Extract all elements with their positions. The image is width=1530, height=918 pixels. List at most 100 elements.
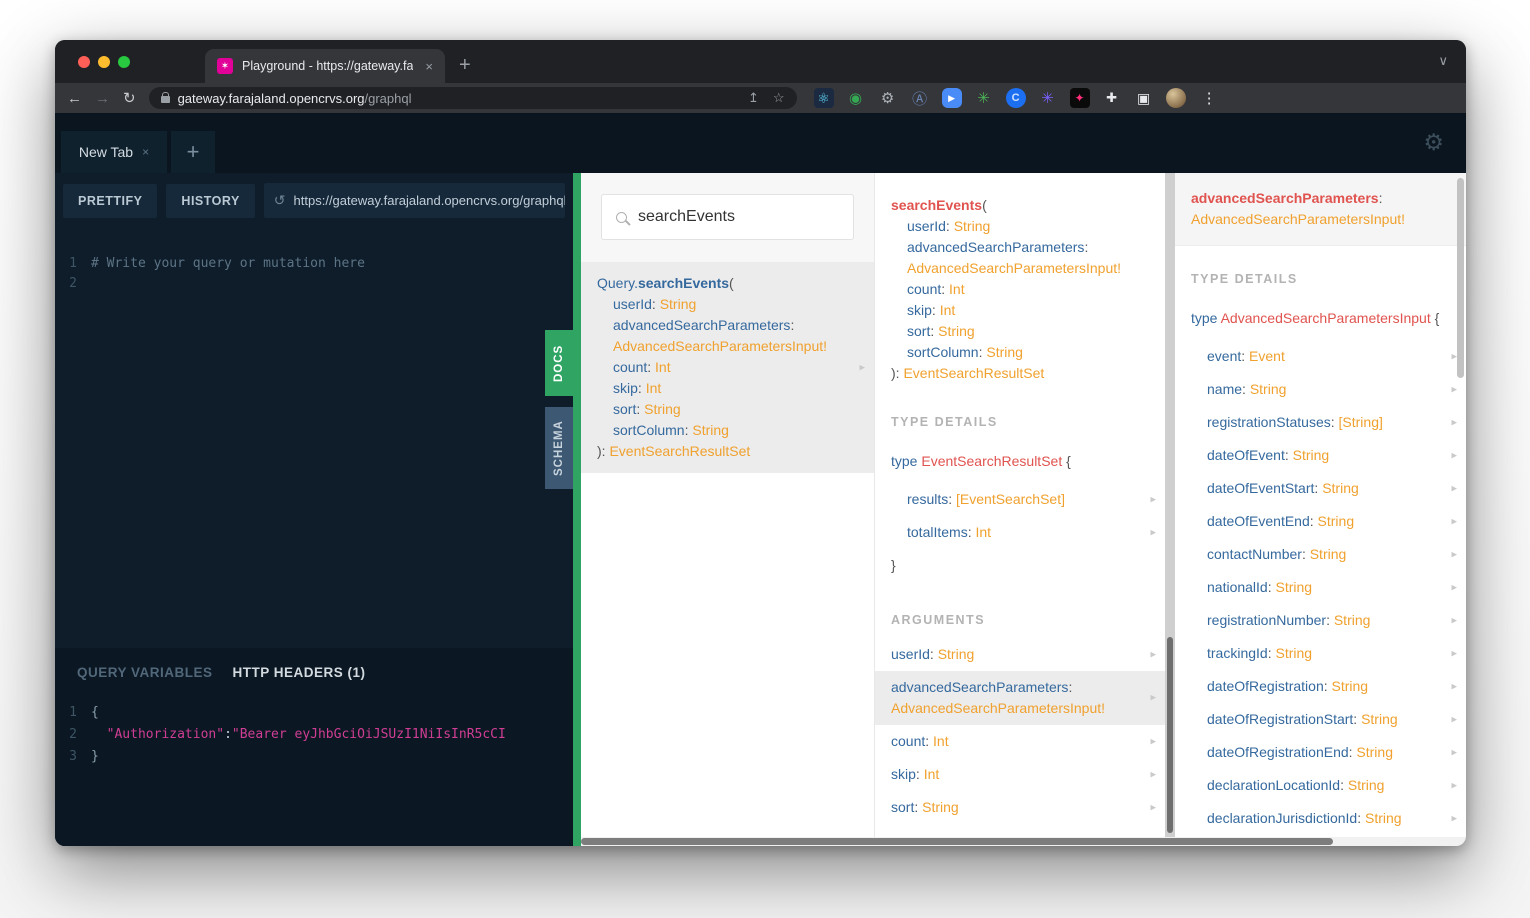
field-row-declarationjurisdictionid[interactable]: declarationJurisdictionId: String ▸ — [1175, 802, 1466, 835]
query-workspace: PRETTIFY HISTORY ↺ https://gateway.faraj… — [55, 173, 573, 846]
forward-button[interactable]: → — [95, 90, 110, 107]
close-window-button[interactable] — [78, 56, 90, 68]
signature-line: sort: String — [907, 323, 975, 339]
endpoint-url: https://gateway.farajaland.opencrvs.org/… — [293, 193, 565, 208]
http-headers-editor[interactable]: 1 { 2 "Authorization":"Bearer eyJhbGciOi… — [55, 702, 573, 768]
field-row-event[interactable]: event: Event ▸ — [1175, 340, 1466, 373]
docs-horizontal-scrollbar[interactable] — [581, 837, 1466, 846]
json-brace: } — [91, 749, 99, 764]
playground-body: PRETTIFY HISTORY ↺ https://gateway.faraj… — [55, 173, 1466, 846]
react-devtools-icon[interactable]: ⚛ — [813, 88, 834, 108]
playground-add-tab-button[interactable]: + — [171, 131, 215, 173]
video-call-extension-icon[interactable]: ▶ — [941, 88, 962, 108]
minimize-window-button[interactable] — [98, 56, 110, 68]
tab-close-icon[interactable]: × — [425, 59, 433, 74]
editor-comment: # Write your query or mutation here — [91, 256, 365, 271]
lighthouse-icon[interactable]: ◉ — [846, 88, 866, 108]
field-row-name[interactable]: name: String ▸ — [1175, 373, 1466, 406]
playground-settings-gear-icon[interactable]: ⚙ — [1423, 129, 1444, 156]
argument-row-advancedsearchparameters[interactable]: advancedSearchParameters: AdvancedSearch… — [875, 671, 1165, 725]
field-row-nationalid[interactable]: nationalId: String ▸ — [1175, 571, 1466, 604]
field-row-dateofregistration[interactable]: dateOfRegistration: String ▸ — [1175, 670, 1466, 703]
scrollbar-thumb[interactable] — [1167, 637, 1173, 833]
field-row-results[interactable]: results: [EventSearchSet] ▸ — [875, 483, 1165, 516]
query-editor[interactable]: 1 # Write your query or mutation here 2 — [55, 228, 573, 648]
playground-tab[interactable]: New Tab × — [61, 131, 167, 173]
docs-search-column: Query.searchEvents( userId: String advan… — [581, 173, 875, 846]
schema-side-tab[interactable]: SCHEMA — [545, 407, 573, 489]
docs-side-tab[interactable]: DOCS — [545, 330, 573, 396]
selected-argument-header: advancedSearchParameters: AdvancedSearch… — [1175, 173, 1466, 246]
expand-arrow-icon: ▸ — [1451, 515, 1457, 527]
share-icon[interactable]: ↥ — [748, 90, 759, 106]
header-type-line: AdvancedSearchParametersInput! — [1191, 211, 1406, 227]
argument-row-userid[interactable]: userId: String ▸ — [875, 638, 1165, 671]
field-row-trackingid[interactable]: trackingId: String ▸ — [1175, 637, 1466, 670]
browser-menu-icon[interactable]: ⋮ — [1202, 89, 1217, 107]
signature-line: sortColumn: String — [613, 422, 729, 438]
history-button[interactable]: HISTORY — [166, 183, 255, 218]
header-name-line: advancedSearchParameters: — [1191, 190, 1383, 206]
split-screen-icon[interactable]: ▣ — [1134, 88, 1154, 108]
expand-arrow-icon: ▸ — [1150, 801, 1156, 813]
gear-extension-icon[interactable]: ⚙ — [878, 88, 898, 108]
green-asterisk-extension-icon[interactable]: ✳ — [974, 88, 994, 108]
docs-search-box[interactable] — [601, 194, 854, 240]
dark-tile-extension-icon[interactable]: ✦ — [1069, 88, 1090, 108]
workspace-toolbar: PRETTIFY HISTORY ↺ https://gateway.faraj… — [55, 173, 573, 228]
playground-tab-close-icon[interactable]: × — [142, 145, 149, 159]
field-row-dateofevent[interactable]: dateOfEvent: String ▸ — [1175, 439, 1466, 472]
field-row-registrationnumber[interactable]: registrationNumber: String ▸ — [1175, 604, 1466, 637]
purple-asterisk-extension-icon[interactable]: ✳ — [1038, 88, 1058, 108]
http-headers-tab[interactable]: HTTP HEADERS (1) — [233, 665, 366, 680]
prettify-button[interactable]: PRETTIFY — [63, 183, 158, 218]
field-row-dateofregistrationend[interactable]: dateOfRegistrationEnd: String ▸ — [1175, 736, 1466, 769]
signature-line: sort: String — [613, 401, 681, 417]
signature-line: count: Int — [613, 359, 671, 375]
profile-avatar[interactable] — [1165, 88, 1186, 108]
query-variables-tab[interactable]: QUERY VARIABLES — [77, 665, 213, 680]
docs-column-scrollbar[interactable] — [1165, 173, 1175, 846]
endpoint-input[interactable]: ↺ https://gateway.farajaland.opencrvs.or… — [263, 183, 565, 218]
address-bar[interactable]: gateway.farajaland.opencrvs.org/graphql … — [148, 87, 797, 109]
field-row-totalitems[interactable]: totalItems: Int ▸ — [875, 516, 1165, 549]
signature-line: sortColumn: String — [907, 344, 1023, 360]
a-circle-extension-icon[interactable]: Ⓐ — [910, 88, 930, 108]
browser-tab[interactable]: ✶ Playground - https://gateway.fa × — [205, 49, 445, 83]
expand-arrow-icon: ▸ — [1150, 691, 1156, 704]
bookmark-star-icon[interactable]: ☆ — [773, 90, 785, 106]
scrollbar-thumb[interactable] — [581, 838, 1334, 845]
argument-type-line: AdvancedSearchParametersInput! — [891, 700, 1106, 716]
endpoint-reload-icon[interactable]: ↺ — [274, 192, 286, 209]
authorization-header: "Authorization":"Bearer eyJhbGciOiJSUzI1… — [91, 724, 506, 746]
c-circle-extension-icon[interactable]: C — [1005, 88, 1026, 108]
docs-search-input[interactable] — [638, 208, 839, 226]
browser-tab-title: Playground - https://gateway.fa — [242, 59, 414, 73]
field-row-declarationlocationid[interactable]: declarationLocationId: String ▸ — [1175, 769, 1466, 802]
extensions-puzzle-icon[interactable]: ✚ — [1102, 88, 1122, 108]
back-button[interactable]: ← — [67, 90, 82, 107]
expand-arrow-icon: ▸ — [1150, 735, 1156, 747]
header-key: "Authorization" — [106, 727, 225, 742]
argument-row-count[interactable]: count: Int ▸ — [875, 725, 1165, 758]
input-column-scrollbar-thumb[interactable] — [1457, 178, 1464, 378]
line-number: 2 — [69, 727, 77, 742]
query-searchevents-item[interactable]: Query.searchEvents( userId: String advan… — [581, 262, 874, 473]
signature-line: AdvancedSearchParametersInput! — [613, 338, 828, 354]
reload-button[interactable]: ↻ — [123, 89, 136, 107]
field-row-dateofeventstart[interactable]: dateOfEventStart: String ▸ — [1175, 472, 1466, 505]
argument-row-sort[interactable]: sort: String ▸ — [875, 791, 1165, 824]
zoom-window-button[interactable] — [118, 56, 130, 68]
expand-arrow-icon: ▸ — [1451, 779, 1457, 791]
closing-brace: } — [891, 557, 896, 573]
chevron-down-icon[interactable]: ∨ — [1438, 53, 1448, 69]
docs-panel-divider[interactable] — [573, 173, 581, 846]
field-row-dateofeventend[interactable]: dateOfEventEnd: String ▸ — [1175, 505, 1466, 538]
new-tab-button[interactable]: + — [459, 55, 471, 75]
field-row-dateofregistrationstart[interactable]: dateOfRegistrationStart: String ▸ — [1175, 703, 1466, 736]
json-brace: { — [91, 705, 99, 720]
field-row-registrationstatuses[interactable]: registrationStatuses: [String] ▸ — [1175, 406, 1466, 439]
argument-row-skip[interactable]: skip: Int ▸ — [875, 758, 1165, 791]
field-row-contactnumber[interactable]: contactNumber: String ▸ — [1175, 538, 1466, 571]
expand-arrow-icon: ▸ — [1150, 648, 1156, 660]
